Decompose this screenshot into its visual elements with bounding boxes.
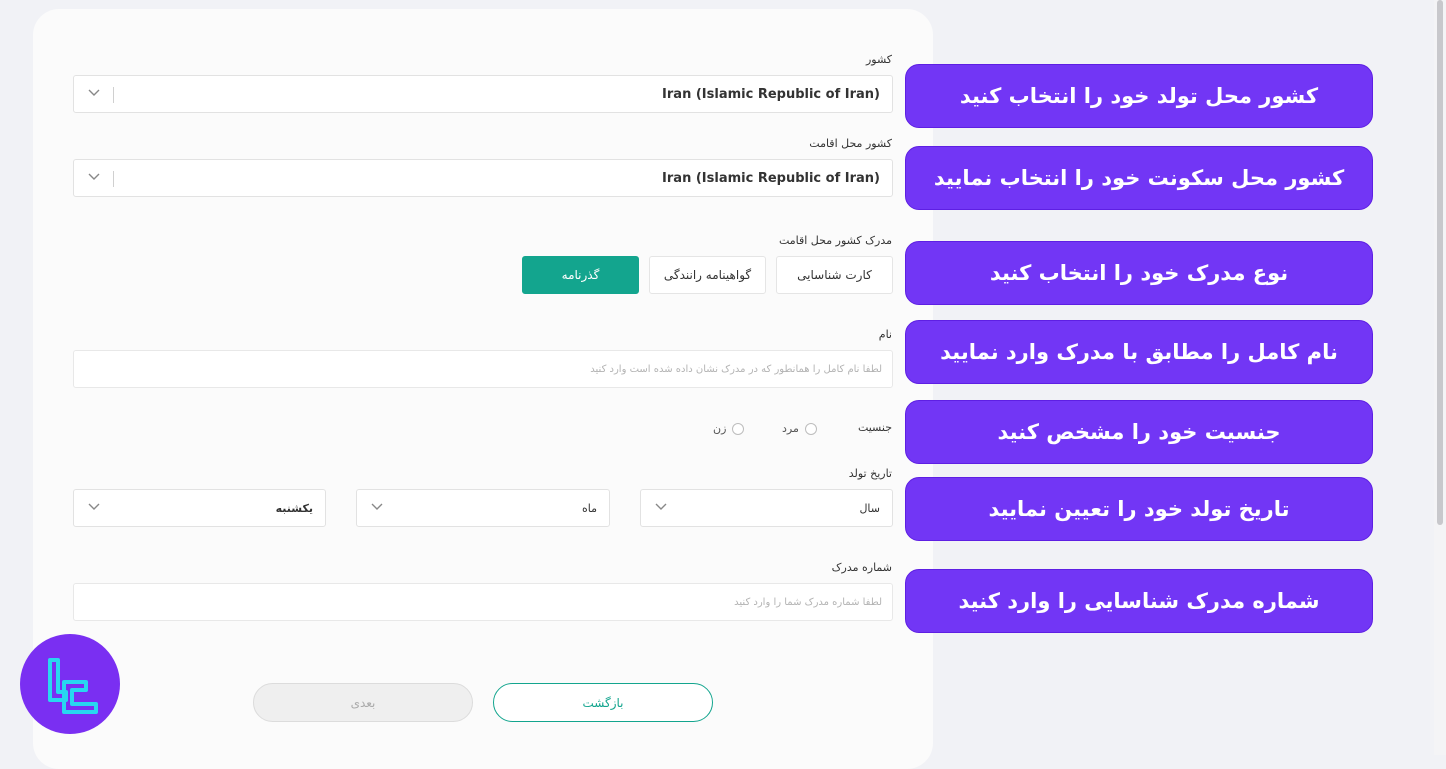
logo-mark	[48, 658, 98, 714]
callout-document-type: نوع مدرک خود را انتخاب کنید	[905, 241, 1373, 305]
residence-value: Iran (Islamic Republic of Iran)	[662, 171, 880, 186]
page-scrollbar[interactable]	[1434, 0, 1446, 755]
gender-option-female[interactable]: زن	[713, 422, 745, 435]
document-type-label: مدرک کشور محل اقامت	[778, 234, 892, 247]
callout-gender: جنسیت خود را مشخص کنید	[905, 400, 1373, 464]
scrollbar-thumb[interactable]	[1437, 0, 1443, 525]
chevron-down-icon[interactable]	[371, 503, 383, 511]
chevron-down-icon[interactable]	[88, 503, 100, 511]
callout-full-name: نام کامل را مطابق با مدرک وارد نمایید	[905, 320, 1373, 384]
birth-year-select[interactable]: سال	[640, 489, 893, 527]
gender-male-label: مرد	[782, 422, 799, 435]
doc-number-label: شماره مدرک	[831, 561, 892, 574]
back-button[interactable]: بازگشت	[493, 683, 713, 722]
doc-number-field[interactable]	[73, 583, 893, 621]
callout-birth-date: تاریخ تولد خود را تعیین نمایید	[905, 477, 1373, 541]
name-field[interactable]	[73, 350, 893, 388]
doc-option-driving-license[interactable]: گواهینامه رانندگی	[649, 256, 766, 294]
country-select[interactable]: Iran (Islamic Republic of Iran)	[73, 75, 893, 113]
callout-birth-country: کشور محل تولد خود را انتخاب کنید	[905, 64, 1373, 128]
gender-option-male[interactable]: مرد	[782, 422, 817, 435]
callout-residence-country: کشور محل سکونت خود را انتخاب نمایید	[905, 146, 1373, 210]
birth-month-select[interactable]: ماه	[356, 489, 610, 527]
chevron-down-icon[interactable]	[88, 173, 100, 181]
form-panel	[33, 9, 933, 769]
birth-day-select[interactable]: یکشنبه	[73, 489, 326, 527]
residence-select[interactable]: Iran (Islamic Republic of Iran)	[73, 159, 893, 197]
birth-month-value: ماه	[581, 502, 597, 515]
callout-document-number: شماره مدرک شناسایی را وارد کنید	[905, 569, 1373, 633]
gender-label: جنسیت	[857, 421, 892, 434]
name-label: نام	[878, 328, 892, 341]
country-value: Iran (Islamic Republic of Iran)	[662, 87, 880, 102]
radio-circle[interactable]	[732, 422, 745, 435]
select-separator	[113, 171, 114, 187]
birth-date-label: تاریخ تولد	[848, 467, 892, 480]
doc-option-passport[interactable]: گذرنامه	[522, 256, 639, 294]
birth-day-value: یکشنبه	[275, 502, 313, 515]
next-button[interactable]: بعدی	[253, 683, 473, 722]
chevron-down-icon[interactable]	[88, 89, 100, 97]
gender-female-label: زن	[713, 422, 727, 435]
radio-circle[interactable]	[804, 422, 817, 435]
country-label: کشور	[865, 53, 892, 66]
doc-number-input[interactable]	[74, 584, 892, 620]
doc-option-id-card[interactable]: کارت شناسایی	[776, 256, 893, 294]
select-separator	[113, 87, 114, 103]
brand-logo-icon	[20, 634, 120, 734]
residence-label: کشور محل اقامت	[809, 137, 892, 150]
birth-year-value: سال	[859, 502, 880, 515]
name-input[interactable]	[74, 351, 892, 387]
chevron-down-icon[interactable]	[655, 503, 667, 511]
